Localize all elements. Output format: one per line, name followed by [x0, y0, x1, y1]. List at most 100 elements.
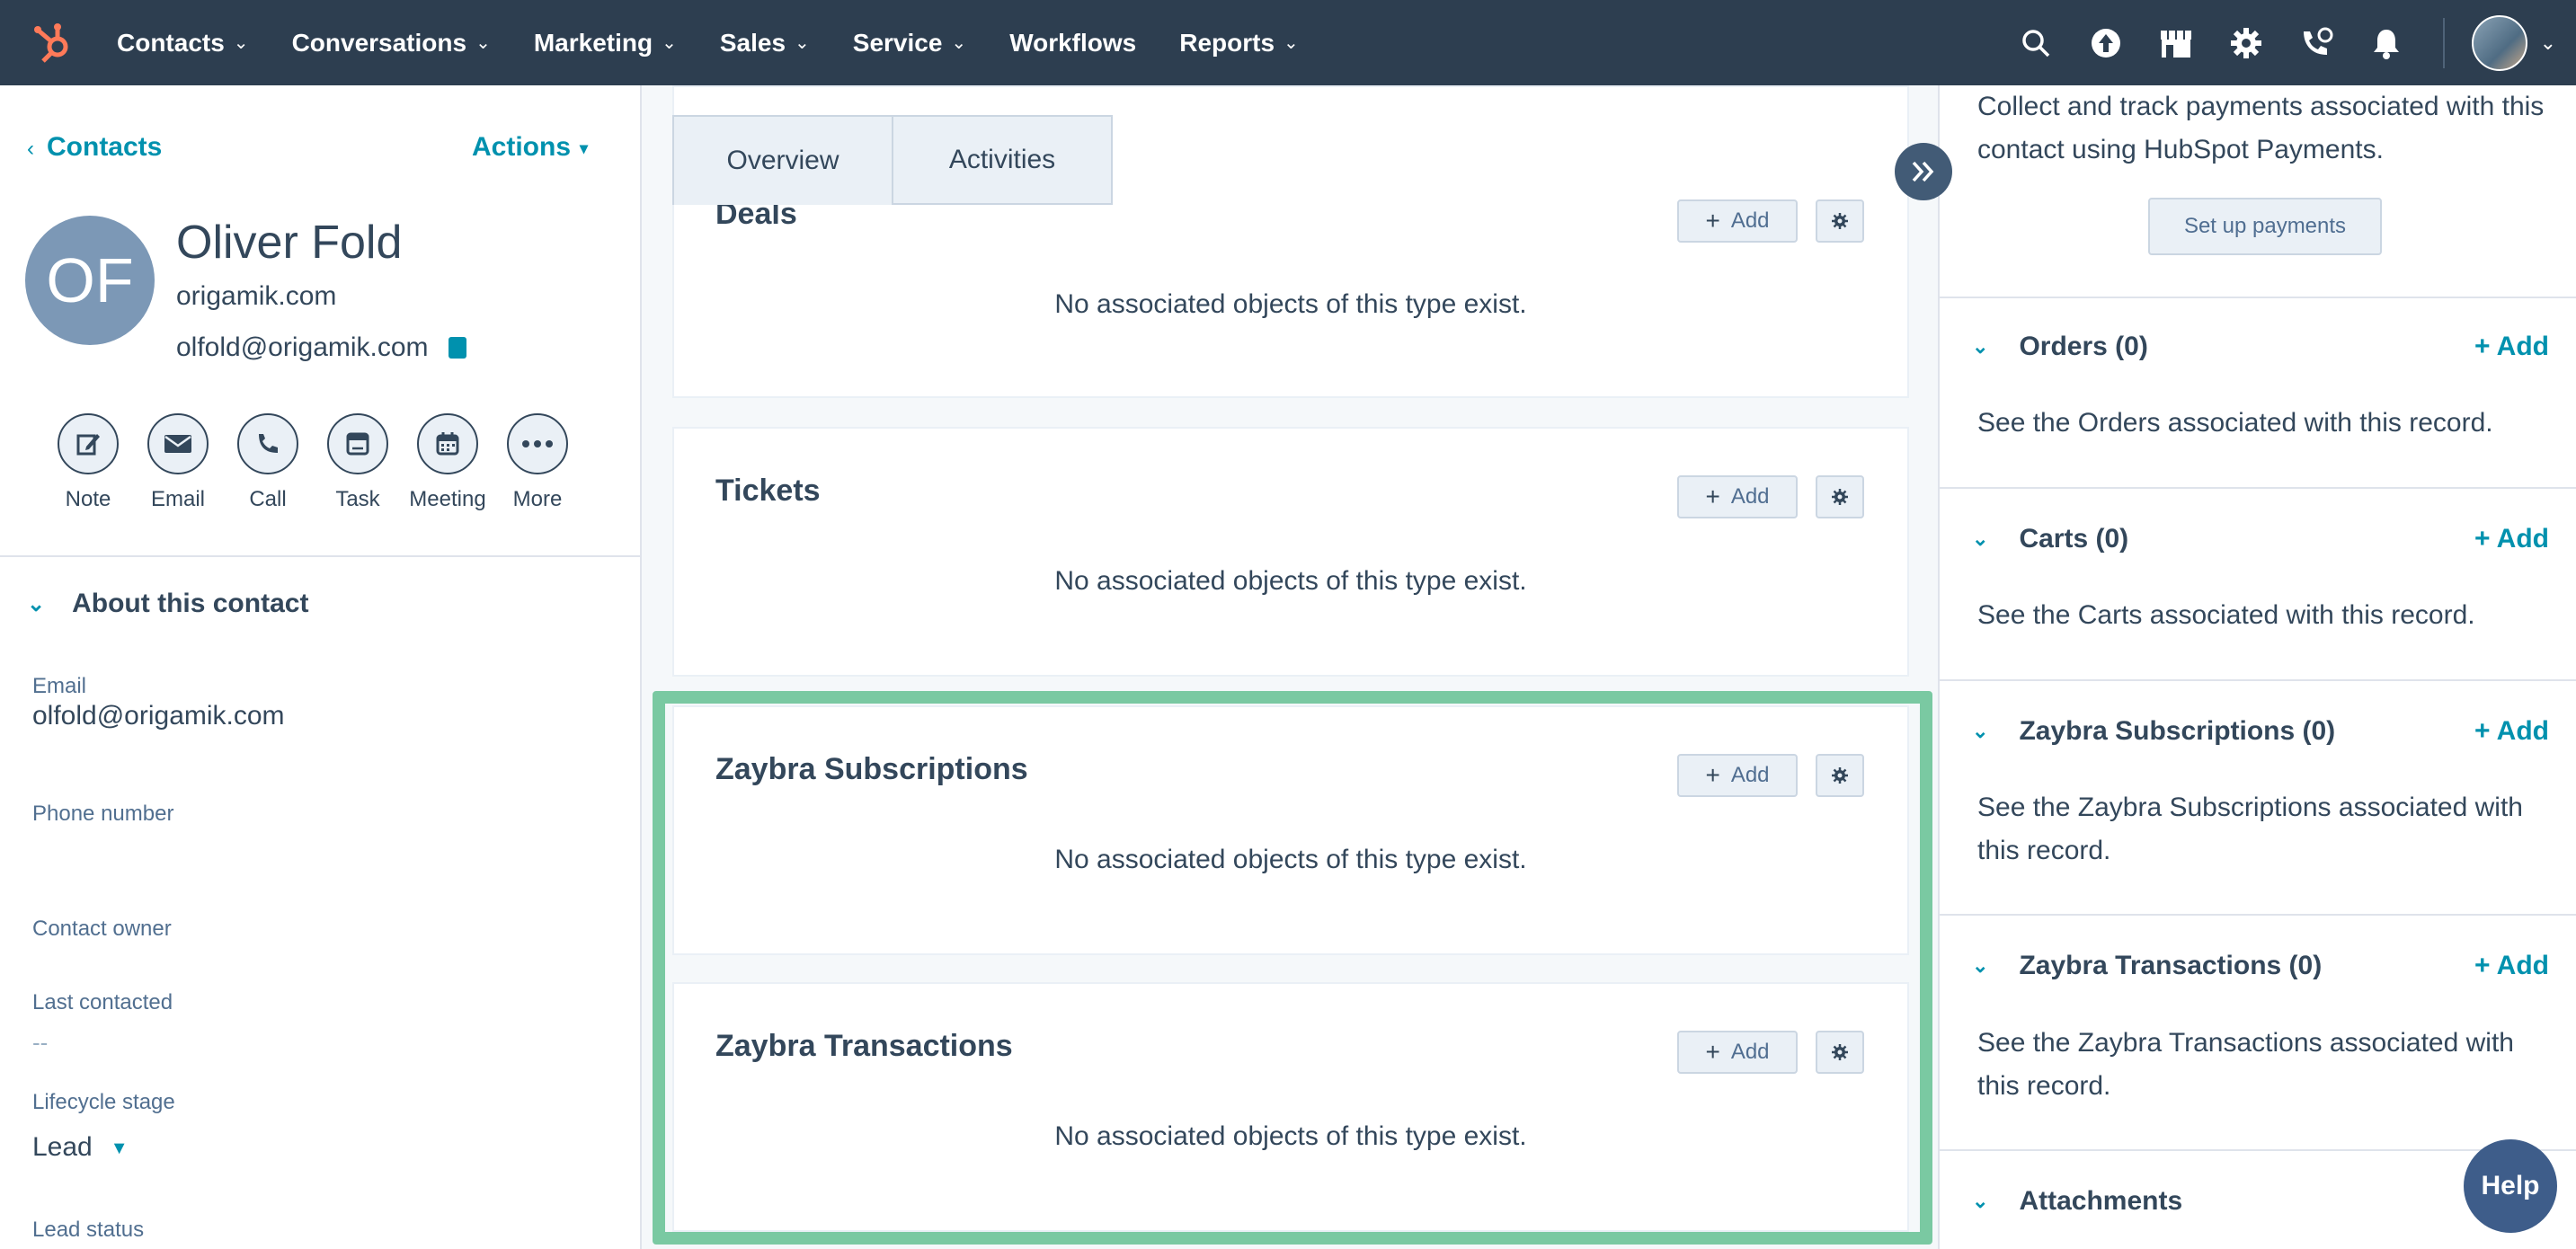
zaybra-subscriptions-section-toggle[interactable]: ⌄ Zaybra Subscriptions (0)	[1972, 716, 2335, 747]
contact-name[interactable]: Oliver Fold	[176, 216, 402, 270]
help-button[interactable]: Help	[2464, 1139, 2557, 1233]
chevron-down-icon: ⌄	[233, 33, 249, 53]
zaybra-subscriptions-card: Zaybra Subscriptions + Add No associated …	[672, 705, 1909, 955]
plus-icon: +	[1705, 483, 1720, 510]
task-action[interactable]: Task	[313, 413, 403, 512]
search-icon[interactable]	[2013, 21, 2058, 66]
email-action[interactable]: Email	[133, 413, 223, 512]
tab-overview[interactable]: Overview	[672, 115, 893, 205]
carts-description: See the Carts associated with this recor…	[1977, 600, 2475, 630]
nav-reports[interactable]: Reports ⌄	[1179, 29, 1299, 58]
plus-icon: +	[1705, 761, 1720, 789]
about-section-toggle[interactable]: ⌄ About this contact	[27, 589, 308, 619]
attachments-section-toggle[interactable]: ⌄ Attachments	[1972, 1186, 2182, 1217]
section-divider	[0, 555, 640, 557]
section-divider	[1940, 297, 2576, 298]
carts-section-toggle[interactable]: ⌄ Carts (0)	[1972, 524, 2128, 554]
expand-sidebar-button[interactable]	[1895, 143, 1952, 200]
zaybra-subscriptions-add-link[interactable]: + Add	[2474, 716, 2549, 747]
zaybra-subscriptions-empty-message: No associated objects of this type exist…	[1054, 845, 1527, 874]
settings-gear-icon[interactable]	[2224, 21, 2269, 66]
email-field-value[interactable]: olfold@origamik.com	[32, 701, 285, 731]
more-action[interactable]: More	[493, 413, 582, 512]
orders-add-link[interactable]: + Add	[2474, 332, 2549, 362]
email-icon[interactable]	[147, 413, 209, 474]
more-dots-icon[interactable]	[507, 413, 568, 474]
lifecycle-stage-select[interactable]: Lead ▼	[32, 1132, 129, 1163]
nav-divider	[2442, 17, 2445, 68]
set-up-payments-button[interactable]: Set up payments	[2148, 198, 2382, 255]
orders-section-toggle[interactable]: ⌄ Orders (0)	[1972, 332, 2148, 362]
user-avatar[interactable]	[2471, 14, 2527, 71]
email-label: Email	[150, 487, 205, 511]
zaybra-subscriptions-add-button[interactable]: + Add	[1677, 754, 1798, 797]
nav-conversations-label: Conversations	[291, 28, 467, 57]
section-divider	[1940, 679, 2576, 681]
top-navigation-bar: Contacts ⌄ Conversations ⌄ Marketing ⌄ Sale…	[0, 0, 2576, 85]
call-action[interactable]: Call	[223, 413, 313, 512]
contact-email: olfold@origamik.com	[176, 332, 429, 362]
nav-sales[interactable]: Sales ⌄	[720, 29, 810, 58]
nav-sales-label: Sales	[719, 28, 786, 57]
hubspot-logo-icon[interactable]	[27, 16, 81, 70]
notifications-bell-icon[interactable]	[2364, 21, 2409, 66]
task-icon[interactable]	[327, 413, 388, 474]
attachments-section-title: Attachments	[2019, 1186, 2183, 1216]
tickets-card-title: Tickets	[715, 474, 821, 508]
deals-empty-message: No associated objects of this type exist…	[1054, 289, 1527, 319]
nav-contacts-label: Contacts	[117, 28, 225, 57]
copy-icon[interactable]	[448, 337, 466, 359]
calling-icon[interactable]	[2294, 21, 2339, 66]
zaybra-transactions-add-button[interactable]: + Add	[1677, 1031, 1798, 1074]
chevron-down-icon: ⌄	[795, 33, 810, 53]
nav-contacts[interactable]: Contacts ⌄	[117, 29, 249, 58]
zaybra-transactions-description: See the Zaybra Transactions associated w…	[1977, 1028, 2514, 1101]
deals-add-button[interactable]: + Add	[1677, 199, 1798, 243]
breadcrumb-contacts[interactable]: ‹ Contacts	[27, 132, 162, 163]
contact-sidebar: ‹ Contacts Actions ▾ OF Oliver Fold origam…	[0, 85, 642, 1249]
chevron-down-icon[interactable]: ⌄	[2540, 31, 2556, 55]
chevron-left-icon: ‹	[27, 137, 34, 161]
meeting-action[interactable]: Meeting	[403, 413, 493, 512]
zaybra-transactions-empty-message: No associated objects of this type exist…	[1054, 1121, 1527, 1151]
breadcrumb-label: Contacts	[47, 132, 163, 162]
upgrade-icon[interactable]	[2083, 21, 2128, 66]
zaybra-transactions-card-title: Zaybra Transactions	[715, 1029, 1013, 1063]
tab-activities[interactable]: Activities	[892, 115, 1113, 205]
chevron-down-icon: ⌄	[1972, 954, 1989, 977]
nav-marketing[interactable]: Marketing ⌄	[534, 29, 677, 58]
about-section-title: About this contact	[72, 589, 309, 618]
nav-reports-label: Reports	[1179, 28, 1275, 57]
chevron-down-icon: ⌄	[1284, 33, 1299, 53]
double-chevron-right-icon	[1912, 161, 1934, 182]
gear-icon	[1832, 489, 1848, 505]
meeting-label: Meeting	[409, 487, 486, 511]
note-icon[interactable]	[58, 413, 119, 474]
last-contacted-value: --	[32, 1029, 49, 1056]
zaybra-transactions-card: Zaybra Transactions + Add No associated o…	[672, 982, 1909, 1232]
nav-service[interactable]: Service ⌄	[853, 29, 966, 58]
zaybra-transactions-settings-button[interactable]	[1816, 1031, 1864, 1074]
contact-avatar: OF	[25, 216, 155, 345]
section-divider	[1940, 914, 2576, 916]
note-action[interactable]: Note	[43, 413, 133, 512]
marketplace-icon[interactable]	[2154, 21, 2198, 66]
nav-workflows[interactable]: Workflows	[1009, 29, 1136, 58]
tickets-settings-button[interactable]	[1816, 475, 1864, 518]
tickets-add-button[interactable]: + Add	[1677, 475, 1798, 518]
tickets-card: Tickets + Add No associated objects of th…	[672, 427, 1909, 677]
nav-workflows-label: Workflows	[1009, 28, 1137, 57]
actions-dropdown[interactable]: Actions ▾	[472, 132, 588, 163]
calendar-icon[interactable]	[417, 413, 478, 474]
deals-settings-button[interactable]	[1816, 199, 1864, 243]
zaybra-subscriptions-settings-button[interactable]	[1816, 754, 1864, 797]
phone-icon[interactable]	[237, 413, 298, 474]
chevron-down-icon: ⌄	[27, 591, 46, 616]
carts-add-link[interactable]: + Add	[2474, 524, 2549, 554]
contact-email-row: olfold@origamik.com	[176, 332, 466, 363]
nav-conversations[interactable]: Conversations ⌄	[292, 29, 491, 58]
zaybra-transactions-section-toggle[interactable]: ⌄ Zaybra Transactions (0)	[1972, 951, 2322, 981]
owner-field-label: Contact owner	[32, 917, 172, 941]
zaybra-transactions-add-link[interactable]: + Add	[2474, 951, 2549, 981]
orders-section-title: Orders (0)	[2019, 332, 2148, 361]
